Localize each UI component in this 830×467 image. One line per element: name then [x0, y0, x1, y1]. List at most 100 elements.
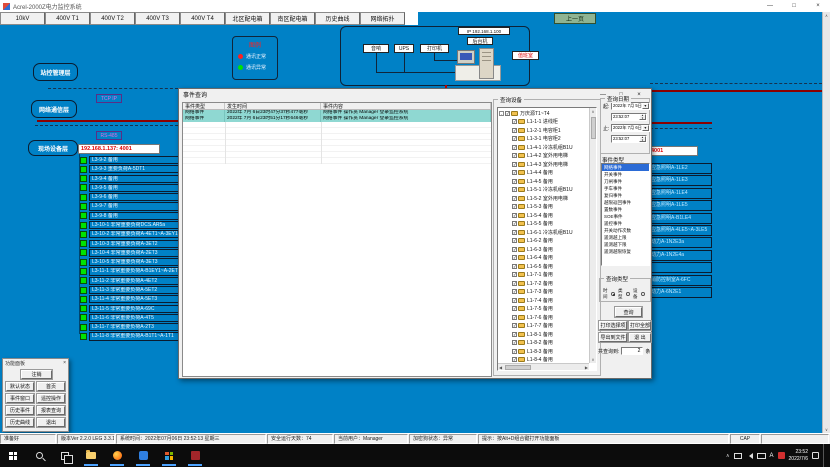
tree-expand-icon[interactable]: - [499, 111, 504, 116]
tree-node-row[interactable]: L1-5-5 备用 [499, 220, 588, 229]
device-row[interactable]: L3-10-2 非常重要负荷A-4ET1~A-3EY1 [80, 230, 181, 238]
event-type-option[interactable]: 网络事件 [602, 164, 649, 171]
device-row[interactable]: L3-9-3 重要负荷A-5DT1 [80, 165, 181, 173]
tree-node-row[interactable]: L1-3-1 电容柜2 [499, 135, 588, 144]
col-event-content[interactable]: 事件内容 [321, 103, 491, 109]
close-icon[interactable]: × [63, 360, 66, 366]
touch-keyboard-icon[interactable] [757, 453, 766, 459]
window-maximize-button[interactable]: □ [782, 0, 806, 12]
checkbox-checked-icon[interactable] [512, 255, 517, 260]
checkbox-checked-icon[interactable] [512, 230, 517, 235]
nav-tab[interactable]: 400V T1 [45, 12, 90, 25]
device-row[interactable]: L3-11-8 非常重要负荷A-B1T1~A-1T1 [80, 332, 181, 340]
radio-icon[interactable] [626, 292, 630, 296]
event-type-option[interactable]: SOE事件 [602, 213, 649, 220]
function-button[interactable]: 默认状态 [6, 382, 34, 391]
radio-icon[interactable] [611, 292, 615, 296]
device-row[interactable]: L3-11-1 非常重要负荷A-B1EY1~A-2ET1 [80, 267, 181, 275]
tree-node-row[interactable]: L1-4-1 冷冻机组B1U [499, 143, 588, 152]
device-row[interactable]: 动力A-1N2E4a [648, 250, 712, 261]
checkbox-checked-icon[interactable] [512, 196, 517, 201]
event-type-option[interactable]: 开关动作次数 [602, 227, 649, 234]
browser-button[interactable] [104, 444, 130, 467]
device-row[interactable]: L3-9-5 备用 [80, 184, 181, 192]
nav-tab[interactable]: 400V T2 [90, 12, 135, 25]
nav-tab[interactable]: 历史曲线 [315, 12, 360, 25]
tree-node-row[interactable]: L1-2-1 电容柜1 [499, 126, 588, 135]
to-time-input[interactable]: 23:52:07 ▴ ▾ [611, 135, 647, 143]
export-button[interactable]: 导出到文件 [599, 333, 627, 342]
tree-node-row[interactable]: L1-5-1 冷冻机组B1U [499, 186, 588, 195]
event-type-option[interactable]: 置数事件 [602, 206, 649, 213]
app-vertical-scrollbar[interactable]: ∧ ∨ [822, 12, 830, 433]
function-button[interactable]: 遥控操作 [37, 394, 65, 403]
window-close-button[interactable]: × [806, 0, 830, 12]
device-row[interactable] [648, 262, 712, 273]
device-row[interactable]: 消防控制室A-6FC [648, 275, 712, 286]
checkbox-checked-icon[interactable] [512, 128, 517, 133]
device-row[interactable]: L3-11-6 非常重要负荷A-4T5 [80, 314, 181, 322]
checkbox-checked-icon[interactable] [512, 145, 517, 150]
checkbox-checked-icon[interactable] [512, 119, 517, 124]
scroll-up-icon[interactable]: ∧ [591, 108, 596, 115]
to-date-select[interactable]: 2022年 7月 6日 ▼ [611, 124, 650, 132]
device-row[interactable]: L3-11-3 非常重要负荷A-5ET2 [80, 286, 181, 294]
nav-tab[interactable]: 网络拓扑 [360, 12, 405, 25]
tree-node-row[interactable]: L1-6-2 备用 [499, 237, 588, 246]
device-row[interactable]: 应急照明A-1LE4 [648, 188, 712, 199]
nav-tab[interactable]: 400V T3 [135, 12, 180, 25]
tree-node-row[interactable]: L1-4-3 室外用电梯 [499, 160, 588, 169]
device-row[interactable]: 应急照明A-1LE3 [648, 175, 712, 186]
tray-app-icon[interactable] [778, 452, 785, 459]
start-button[interactable] [0, 444, 26, 467]
tree-node-row[interactable]: L1-7-4 备用 [499, 296, 588, 305]
tree-node-row[interactable]: L1-5-4 备用 [499, 211, 588, 220]
tree-node-row[interactable]: L1-6-1 冷冻机组B1U [499, 228, 588, 237]
radio-option[interactable]: 设备 [633, 288, 645, 300]
radio-option[interactable]: 时间 [603, 288, 615, 300]
tree-root-row[interactable]: - 万庆源T1~T4 [499, 109, 588, 118]
device-row[interactable]: L3-10-5 非常重要负荷A-3ET3 [80, 258, 181, 266]
device-row[interactable]: L3-10-3 非常重要负荷A-3ET2 [80, 240, 181, 248]
spin-down-icon[interactable]: ▾ [642, 117, 644, 120]
scroll-down-icon[interactable]: ∨ [825, 427, 828, 432]
event-type-option[interactable]: 遥测越限恢复 [602, 248, 649, 255]
time-spinner[interactable]: ▴ ▾ [639, 136, 646, 142]
tree-horizontal-scrollbar[interactable]: ◀ ▶ [498, 363, 589, 370]
device-row[interactable]: L3-10-1 非常重要负荷DCS.AR5a [80, 221, 181, 229]
function-button[interactable]: 首页 [37, 382, 65, 391]
event-type-option[interactable]: 遥测越上限 [602, 234, 649, 241]
event-table-header[interactable]: 事件类型 发生时间 事件内容 [183, 103, 491, 110]
checkbox-checked-icon[interactable] [512, 306, 517, 311]
checkbox-checked-icon[interactable] [505, 111, 510, 116]
scroll-right-icon[interactable]: ▶ [584, 364, 589, 371]
checkbox-checked-icon[interactable] [512, 289, 517, 294]
radio-icon[interactable] [641, 292, 645, 296]
radio-option[interactable]: 类型 [618, 288, 630, 300]
tree-node-row[interactable]: L1-5-2 室外用电梯 [499, 194, 588, 203]
device-row[interactable]: L3-9-4 备用 [80, 175, 181, 183]
taskbar-clock[interactable]: 23:52 2022/7/6 [789, 449, 808, 462]
task-view-button[interactable] [52, 444, 78, 467]
tree-node-row[interactable]: L1-6-5 备用 [499, 262, 588, 271]
tree-vertical-scrollbar[interactable]: ∧ ∨ [589, 108, 596, 363]
checkbox-checked-icon[interactable] [512, 221, 517, 226]
scrollbar-thumb[interactable] [591, 117, 596, 139]
notification-center-icon[interactable] [812, 452, 819, 459]
device-row[interactable]: L3-9-2 备用 [80, 156, 181, 164]
nav-tab[interactable]: 10kV [0, 12, 45, 25]
device-row[interactable]: L3-11-4 非常重要负荷A-5ET3 [80, 295, 181, 303]
from-date-select[interactable]: 2022年 7月 5日 ▼ [611, 102, 650, 110]
scroll-left-icon[interactable]: ◀ [498, 364, 503, 371]
function-panel-titlebar[interactable]: 功能面板 × [3, 359, 68, 367]
chevron-down-icon[interactable]: ▼ [642, 103, 649, 109]
event-type-option[interactable]: 刀闸事件 [602, 178, 649, 185]
function-button[interactable]: 退出 [37, 418, 65, 427]
checkbox-checked-icon[interactable] [512, 238, 517, 243]
event-type-option[interactable]: 遥控事件 [602, 220, 649, 227]
file-explorer-button[interactable] [78, 444, 104, 467]
device-row[interactable]: L3-9-6 备用 [80, 193, 181, 201]
logout-button[interactable]: 注销 [21, 370, 52, 379]
checkbox-checked-icon[interactable] [512, 272, 517, 277]
device-row[interactable]: 应急照明A-1LE2 [648, 163, 712, 174]
